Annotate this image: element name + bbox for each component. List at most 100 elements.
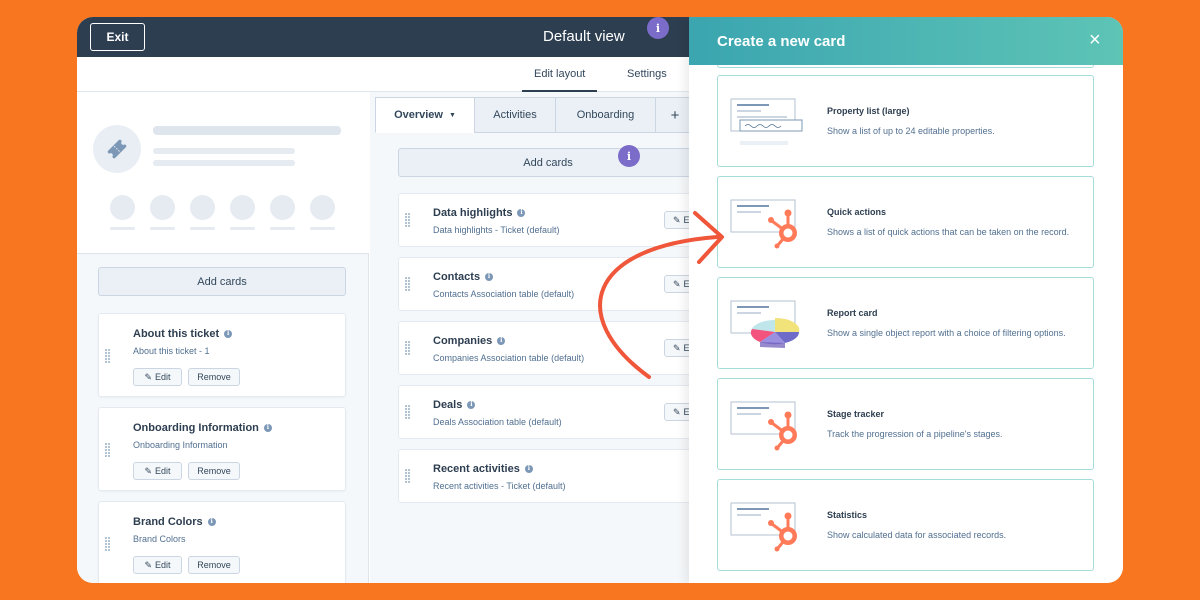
drag-handle-icon[interactable]: [405, 341, 410, 355]
info-icon[interactable]: i: [467, 401, 476, 410]
layout-card[interactable]: Deals i Deals Association table (default)…: [398, 385, 704, 439]
card-title-text: Recent activities: [433, 463, 520, 475]
add-cards-button[interactable]: Add cards: [98, 267, 346, 296]
info-icon[interactable]: i: [618, 145, 640, 167]
card-title: Companies i: [433, 335, 506, 347]
layout-subtabs: Edit layout Settings: [77, 57, 689, 93]
action-placeholder-label: [270, 227, 295, 230]
card-subtitle: Recent activities - Ticket (default): [433, 481, 566, 491]
card-option-statistics[interactable]: Statistics Show calculated data for asso…: [717, 479, 1094, 571]
edit-button[interactable]: ✎ Edit: [133, 462, 182, 480]
hubspot-sprocket-illustration: [730, 199, 797, 249]
info-icon[interactable]: i: [497, 337, 506, 346]
edit-button[interactable]: ✎ Edit: [133, 556, 182, 574]
info-icon[interactable]: i: [263, 424, 272, 433]
card-title-text: Data highlights: [433, 207, 513, 219]
pencil-icon: ✎: [673, 278, 681, 289]
pencil-icon: ✎: [673, 214, 681, 225]
pencil-icon: ✎: [144, 371, 153, 382]
card-subtitle: Onboarding Information: [133, 440, 228, 450]
card-title: Brand Colors i: [133, 516, 216, 528]
card-option-quick-actions[interactable]: Quick actions Shows a list of quick acti…: [717, 176, 1094, 268]
skeleton-line: [153, 148, 295, 154]
card-title: About this ticket i: [133, 328, 233, 340]
action-placeholder-label: [110, 227, 135, 230]
action-placeholder: [110, 195, 135, 220]
tab-onboarding[interactable]: Onboarding: [555, 97, 656, 133]
info-icon[interactable]: i: [207, 518, 216, 527]
remove-button[interactable]: Remove: [188, 368, 240, 386]
card-subtitle: Companies Association table (default): [433, 353, 585, 363]
action-placeholder-label: [150, 227, 175, 230]
app-window: Exit Default view i Edit layout Settings: [77, 17, 1123, 583]
card-title-text: Deals: [433, 399, 463, 411]
action-placeholder: [270, 195, 295, 220]
sidebar-card[interactable]: Brand Colors i Brand Colors ✎ Edit Remove: [98, 501, 346, 583]
card-subtitle: Deals Association table (default): [433, 417, 562, 427]
drag-handle-icon[interactable]: [405, 213, 410, 227]
edit-label: Edit: [155, 466, 171, 476]
drag-handle-icon[interactable]: [105, 537, 110, 551]
info-icon[interactable]: i: [485, 273, 494, 282]
pie-chart-illustration: [730, 300, 800, 348]
card-option-title: Report card: [827, 308, 878, 318]
info-icon[interactable]: i: [224, 330, 233, 339]
action-placeholder: [190, 195, 215, 220]
card-title: Recent activities i: [433, 463, 533, 475]
card-option-partial: [717, 65, 1094, 68]
card-option-desc: Show a single object report with a choic…: [827, 328, 1066, 338]
card-title-text: Companies: [433, 335, 493, 347]
ticket-icon: [93, 125, 141, 173]
close-icon[interactable]: ×: [1089, 29, 1101, 52]
drag-handle-icon[interactable]: [105, 443, 110, 457]
layout-card[interactable]: Contacts i Contacts Association table (de…: [398, 257, 704, 311]
action-placeholder-label: [190, 227, 215, 230]
property-list-illustration: [730, 98, 803, 145]
card-title-text: Onboarding Information: [133, 422, 259, 434]
layout-card[interactable]: Companies i Companies Association table (…: [398, 321, 704, 375]
skeleton-line: [153, 126, 341, 135]
pencil-icon: ✎: [673, 406, 681, 417]
card-option-report[interactable]: Report card Show a single object report …: [717, 277, 1094, 369]
card-option-desc: Shows a list of quick actions that can b…: [827, 227, 1070, 237]
tab-overview[interactable]: Overview ▼: [375, 97, 475, 133]
drag-handle-icon[interactable]: [405, 469, 410, 483]
card-subtitle: About this ticket - 1: [133, 346, 210, 356]
view-title: Default view: [543, 28, 625, 45]
tab-edit-layout[interactable]: Edit layout: [521, 68, 598, 93]
remove-button[interactable]: Remove: [188, 462, 240, 480]
info-icon[interactable]: i: [524, 465, 533, 474]
card-option-stage-tracker[interactable]: Stage tracker Track the progression of a…: [717, 378, 1094, 470]
tab-settings[interactable]: Settings: [627, 68, 667, 80]
sidebar-card[interactable]: Onboarding Information i Onboarding Infor…: [98, 407, 346, 491]
action-placeholder-label: [230, 227, 255, 230]
card-subtitle: Brand Colors: [133, 534, 186, 544]
card-title-text: About this ticket: [133, 328, 220, 340]
sidebar-card[interactable]: About this ticket i About this ticket - 1…: [98, 313, 346, 397]
card-title: Data highlights i: [433, 207, 526, 219]
card-option-property-list[interactable]: Property list (large) Show a list of up …: [717, 75, 1094, 167]
edit-label: Edit: [155, 372, 171, 382]
tab-activities[interactable]: Activities: [474, 97, 556, 133]
drawer-header: Create a new card ×: [689, 17, 1123, 65]
card-title: Deals i: [433, 399, 476, 411]
info-icon[interactable]: i: [647, 17, 669, 39]
layout-card[interactable]: Recent activities i Recent activities - T…: [398, 449, 698, 503]
pencil-icon: ✎: [144, 465, 153, 476]
drag-handle-icon[interactable]: [405, 405, 410, 419]
add-cards-button[interactable]: Add cards: [398, 148, 698, 177]
drag-handle-icon[interactable]: [105, 349, 110, 363]
info-icon[interactable]: i: [517, 209, 526, 218]
card-option-desc: Show calculated data for associated reco…: [827, 530, 1007, 540]
layout-card[interactable]: Data highlights i Data highlights - Ticke…: [398, 193, 704, 247]
drag-handle-icon[interactable]: [405, 277, 410, 291]
hubspot-sprocket-illustration: [730, 502, 797, 552]
remove-button[interactable]: Remove: [188, 556, 240, 574]
exit-button[interactable]: Exit: [90, 23, 145, 51]
caret-down-icon: ▼: [448, 111, 456, 119]
skeleton-line: [153, 160, 295, 166]
record-profile-preview: [77, 92, 369, 254]
card-title-text: Brand Colors: [133, 516, 203, 528]
action-placeholder: [150, 195, 175, 220]
edit-button[interactable]: ✎ Edit: [133, 368, 182, 386]
